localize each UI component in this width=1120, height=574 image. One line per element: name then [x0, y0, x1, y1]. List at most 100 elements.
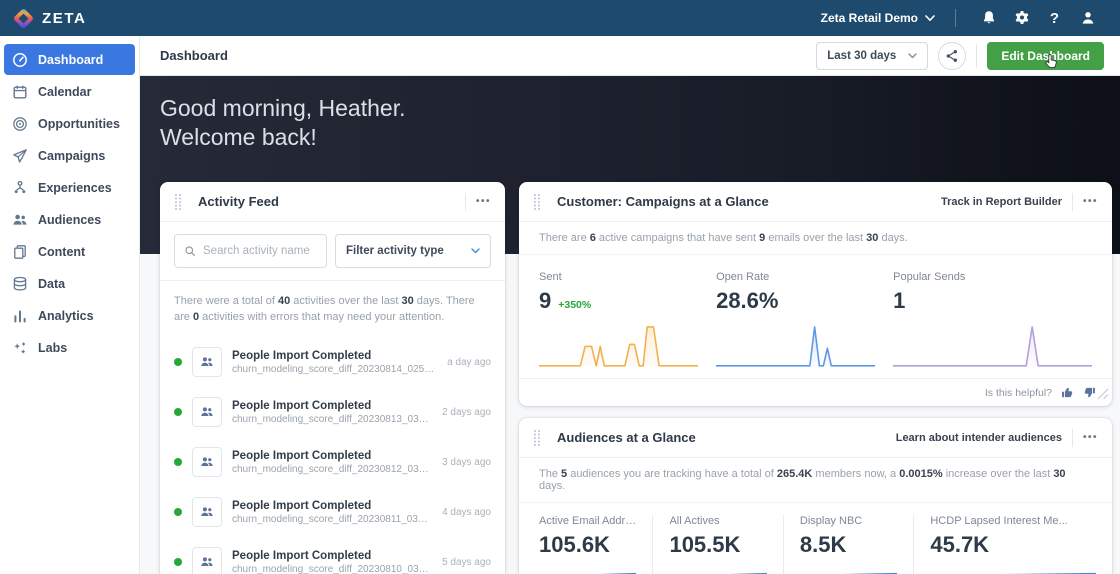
sidebar-item-label: Analytics: [38, 309, 94, 323]
chevron-down-icon: [471, 248, 480, 254]
activity-feed-card: Activity Feed ••• Filter activity type: [160, 182, 505, 574]
activity-subtitle: churn_modeling_score_diff_20230811_03010…: [232, 514, 432, 525]
track-in-report-builder-link[interactable]: Track in Report Builder: [941, 196, 1062, 208]
activity-title: People Import Completed: [232, 500, 432, 512]
resize-handle[interactable]: [1096, 387, 1109, 403]
zeta-diamond-icon: [13, 7, 34, 28]
user-button[interactable]: [1071, 0, 1104, 36]
learn-about-intender-audiences-link[interactable]: Learn about intender audiences: [896, 432, 1062, 444]
sidebar-item-audiences[interactable]: Audiences: [4, 204, 135, 235]
activity-item[interactable]: People Import Completed churn_modeling_s…: [174, 387, 491, 437]
date-range-value: Last 30 days: [827, 50, 896, 62]
edit-dashboard-button[interactable]: Edit Dashboard: [987, 42, 1104, 70]
sidebar-item-labs[interactable]: Labs: [4, 332, 135, 363]
activity-list: People Import Completed churn_modeling_s…: [160, 333, 505, 574]
sidebar-item-content[interactable]: Content: [4, 236, 135, 267]
sidebar-item-opportunities[interactable]: Opportunities: [4, 108, 135, 139]
target-icon: [12, 116, 28, 132]
flow-tree-icon: [12, 180, 28, 196]
metric-open-rate: Open Rate 28.6%: [716, 271, 893, 368]
card-menu-button[interactable]: •••: [476, 196, 491, 207]
sidebar-item-data[interactable]: Data: [4, 268, 135, 299]
sidebar-item-campaigns[interactable]: Campaigns: [4, 140, 135, 171]
header-separator: [465, 193, 466, 211]
activity-title: People Import Completed: [232, 450, 432, 462]
status-dot: [174, 508, 182, 516]
activity-item[interactable]: People Import Completed churn_modeling_s…: [174, 337, 491, 387]
activity-title: People Import Completed: [232, 550, 432, 562]
sidebar-item-experiences[interactable]: Experiences: [4, 172, 135, 203]
status-dot: [174, 408, 182, 416]
people-icon: [192, 447, 222, 477]
paper-plane-icon: [12, 148, 28, 164]
greeting-text: Good morning, Heather. Welcome back!: [160, 94, 405, 152]
popular-sends-sparkline: [893, 324, 1092, 368]
audience-label: Active Email Address: [539, 515, 636, 527]
help-button[interactable]: ?: [1038, 0, 1071, 36]
calendar-icon: [12, 84, 28, 100]
zeta-logo[interactable]: ZETA: [16, 10, 86, 27]
activity-subtitle: churn_modeling_score_diff_20230812_03120…: [232, 464, 432, 475]
activity-time: 4 days ago: [442, 507, 491, 518]
people-icon: [192, 397, 222, 427]
sidebar-item-label: Audiences: [38, 213, 101, 227]
search-input[interactable]: [203, 245, 317, 257]
people-icon: [12, 212, 28, 228]
dashboard-icon: [12, 52, 28, 68]
activity-subtitle: churn_modeling_score_diff_20230810_03102…: [232, 564, 432, 574]
metric-popular-sends: Popular Sends 1: [893, 271, 1092, 368]
settings-button[interactable]: [1005, 0, 1038, 36]
date-range-select[interactable]: Last 30 days: [816, 42, 928, 70]
card-menu-button[interactable]: •••: [1083, 196, 1098, 207]
sidebar-item-label: Labs: [38, 341, 67, 355]
audience-area-chart: [930, 570, 1096, 574]
metric-label: Popular Sends: [893, 271, 1092, 283]
drag-handle-icon[interactable]: [533, 429, 541, 447]
sidebar-item-label: Opportunities: [38, 117, 120, 131]
metric-value: 9: [539, 288, 551, 314]
drag-handle-icon[interactable]: [533, 193, 541, 211]
drag-handle-icon[interactable]: [174, 193, 182, 211]
documents-icon: [12, 244, 28, 260]
bell-icon: [981, 10, 997, 26]
notifications-button[interactable]: [972, 0, 1005, 36]
thumbs-down-button[interactable]: [1083, 386, 1096, 399]
search-icon: [184, 244, 196, 258]
campaigns-summary: There are 6 active campaigns that have s…: [519, 222, 1112, 255]
status-dot: [174, 558, 182, 566]
card-title: Customer: Campaigns at a Glance: [557, 194, 769, 209]
activity-item[interactable]: People Import Completed churn_modeling_s…: [174, 487, 491, 537]
share-button[interactable]: [938, 42, 966, 70]
user-icon: [1080, 10, 1096, 26]
sidebar-item-label: Calendar: [38, 85, 92, 99]
audience-metric: Active Email Address 105.6K: [519, 515, 652, 574]
share-icon: [945, 49, 959, 63]
greeting-line2: Welcome back!: [160, 123, 405, 152]
card-menu-button[interactable]: •••: [1083, 432, 1098, 443]
metric-label: Sent: [539, 271, 698, 283]
top-navbar: ZETA Zeta Retail Demo ?: [0, 0, 1120, 36]
activity-title: People Import Completed: [232, 350, 437, 362]
audience-metric: All Actives 105.5K: [652, 515, 782, 574]
audience-value: 45.7K: [930, 532, 1096, 558]
filter-value: Filter activity type: [346, 245, 444, 257]
activity-item[interactable]: People Import Completed churn_modeling_s…: [174, 537, 491, 574]
audience-area-chart: [669, 570, 766, 574]
account-menu[interactable]: Zeta Retail Demo: [821, 11, 935, 25]
sidebar-item-calendar[interactable]: Calendar: [4, 76, 135, 107]
people-icon: [192, 347, 222, 377]
sidebar-item-analytics[interactable]: Analytics: [4, 300, 135, 331]
activity-type-filter[interactable]: Filter activity type: [335, 234, 491, 268]
navbar-divider: [955, 9, 956, 27]
account-label: Zeta Retail Demo: [821, 11, 918, 25]
bar-chart-icon: [12, 308, 28, 324]
sidebar-item-label: Content: [38, 245, 85, 259]
metric-value: 1: [893, 288, 905, 314]
audiences-card: Audiences at a Glance Learn about intend…: [519, 418, 1112, 574]
activity-time: a day ago: [447, 357, 491, 368]
thumbs-up-button[interactable]: [1061, 386, 1074, 399]
header-separator: [1072, 193, 1073, 211]
sidebar-item-label: Dashboard: [38, 53, 103, 67]
activity-item[interactable]: People Import Completed churn_modeling_s…: [174, 437, 491, 487]
sidebar-item-dashboard[interactable]: Dashboard: [4, 44, 135, 75]
